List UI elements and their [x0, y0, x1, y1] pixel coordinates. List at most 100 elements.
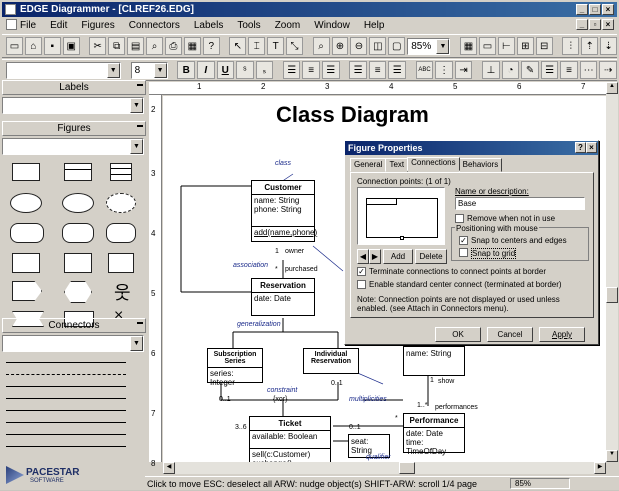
tab-connections[interactable]: Connections	[407, 157, 460, 171]
zoom-combo[interactable]: 85% ▼	[407, 37, 451, 55]
superscript-icon[interactable]: ˢ	[236, 61, 254, 79]
rounded-rect-icon[interactable]	[10, 223, 44, 243]
tab-text[interactable]: Text	[385, 158, 409, 172]
arrow-connector[interactable]	[6, 446, 126, 447]
state-shape-icon[interactable]	[62, 223, 94, 243]
help-icon[interactable]: ?	[575, 142, 586, 153]
cancel-button[interactable]: Cancel	[487, 327, 533, 342]
snap-centers-checkbox[interactable]: ✓	[459, 236, 468, 245]
fill-color-icon[interactable]: ◔	[501, 61, 520, 79]
line-color-icon[interactable]: ⊥	[482, 61, 500, 79]
add-button[interactable]: Add	[383, 249, 413, 264]
rectangle-shape-icon[interactable]	[12, 163, 40, 181]
subscription-class[interactable]: Subscription Series series: Integer	[207, 348, 263, 387]
print-icon[interactable]: ⎙	[164, 37, 182, 55]
connector-line[interactable]	[6, 362, 126, 363]
copy-icon[interactable]: ⧉	[108, 37, 126, 55]
close-button[interactable]: ×	[602, 4, 614, 15]
align-icon[interactable]: ⫶	[562, 37, 580, 55]
zoom-page-icon[interactable]: ▢	[388, 37, 406, 55]
remove-checkbox[interactable]	[455, 214, 464, 223]
individual-class[interactable]: Individual Reservation	[303, 348, 359, 374]
find-icon[interactable]: ⌕	[146, 37, 163, 55]
note-shape-icon[interactable]	[64, 253, 92, 273]
connect-icon[interactable]: ⌶	[248, 37, 266, 55]
align-left-icon[interactable]: ☰	[282, 61, 301, 79]
performance-class[interactable]: Performance date: Date time: TimeOfDay	[403, 413, 465, 456]
apply-button[interactable]: Apply	[539, 327, 585, 342]
indent-icon[interactable]: ⇥	[454, 61, 473, 79]
cut-icon[interactable]: ✂	[89, 37, 107, 55]
zoom-out-icon[interactable]: ⊖	[350, 37, 368, 55]
zoom-icon[interactable]: ⌕	[312, 37, 330, 55]
scroll-thumb[interactable]	[399, 462, 415, 474]
valign-bottom-icon[interactable]: ☰	[388, 61, 406, 79]
customer-class[interactable]: Customer name: String phone: String add(…	[251, 180, 317, 242]
doc-close-button[interactable]: ×	[602, 19, 614, 30]
save-as-icon[interactable]: ▣	[62, 37, 80, 55]
package-shape-icon[interactable]	[108, 253, 134, 273]
preview-icon[interactable]: ▦	[183, 37, 201, 55]
connection-points-preview[interactable]	[357, 187, 445, 245]
enable-center-checkbox[interactable]	[357, 280, 366, 289]
grid-icon[interactable]: ▦	[460, 37, 477, 55]
doc-minimize-button[interactable]: _	[576, 19, 588, 30]
hexagon-shape-icon[interactable]	[64, 281, 92, 303]
menu-tools[interactable]: Tools	[237, 20, 260, 31]
next-point-icon[interactable]: ▶	[369, 249, 381, 264]
pen-icon[interactable]: ✎	[521, 61, 539, 79]
subscript-icon[interactable]: ₛ	[255, 61, 274, 79]
activity-shape-icon[interactable]	[106, 223, 136, 243]
scroll-left-icon[interactable]: ◀	[163, 462, 175, 474]
scroll-right-icon[interactable]: ▶	[594, 462, 606, 474]
dashed-ellipse-icon[interactable]	[106, 193, 136, 213]
spacing-icon[interactable]: ⋮	[435, 61, 453, 79]
line-width-icon[interactable]: ≡	[560, 61, 578, 79]
arrow-style-icon[interactable]: ⇢	[599, 61, 617, 79]
document-icon[interactable]	[6, 19, 17, 30]
signal-shape-icon[interactable]	[12, 281, 42, 301]
aggregation-connector[interactable]	[6, 410, 126, 411]
line-style-icon[interactable]: ☰	[540, 61, 559, 79]
labels-combo[interactable]: ▼	[2, 97, 144, 114]
ok-button[interactable]: OK	[435, 327, 481, 342]
close-icon[interactable]: ×	[586, 142, 597, 153]
menu-edit[interactable]: Edit	[50, 20, 67, 31]
help-icon[interactable]: ?	[202, 37, 220, 55]
class-shape-icon[interactable]	[64, 163, 92, 181]
name-box[interactable]: name: String	[403, 346, 465, 376]
open-icon[interactable]: ⌂	[24, 37, 42, 55]
tree-icon[interactable]: ⊟	[535, 37, 553, 55]
chevron-down-icon[interactable]: ▼	[153, 62, 167, 78]
chevron-down-icon[interactable]: ▼	[130, 139, 143, 154]
valign-middle-icon[interactable]: ≡	[368, 61, 387, 79]
layout-icon[interactable]: ⊞	[516, 37, 534, 55]
connection-point-marker[interactable]	[400, 236, 404, 240]
underline-button[interactable]: U	[216, 61, 235, 79]
ticket-class[interactable]: Ticket available: Boolean sell(c:Custome…	[249, 416, 331, 462]
generalization-connector[interactable]	[6, 434, 126, 435]
vertical-scrollbar[interactable]: ▲ ▼	[606, 82, 618, 462]
maximize-button[interactable]: □	[589, 4, 601, 15]
zoom-in-icon[interactable]: ⊕	[331, 37, 349, 55]
zoom-fit-icon[interactable]: ◫	[369, 37, 387, 55]
class3-shape-icon[interactable]	[110, 163, 132, 181]
component-shape-icon[interactable]	[12, 253, 40, 273]
page-icon[interactable]: ▭	[478, 37, 496, 55]
scroll-up-icon[interactable]: ▲	[606, 82, 618, 94]
figures-combo[interactable]: ▼	[2, 138, 144, 155]
font-combo[interactable]: ▼	[6, 61, 121, 79]
abc-icon[interactable]: ABC	[415, 61, 434, 79]
text-icon[interactable]: T	[267, 37, 285, 55]
bold-button[interactable]: B	[177, 61, 195, 79]
label-icon[interactable]: ⤡	[286, 37, 304, 55]
align-right-icon[interactable]: ☰	[321, 61, 340, 79]
scroll-thumb[interactable]	[606, 287, 618, 303]
paste-icon[interactable]: ▤	[127, 37, 145, 55]
arrow-connector[interactable]	[6, 398, 126, 399]
terminate-checkbox[interactable]: ✓	[357, 267, 366, 276]
reservation-class[interactable]: Reservation date: Date	[251, 278, 315, 316]
doc-restore-button[interactable]: ▫	[589, 19, 601, 30]
save-icon[interactable]: ▪	[43, 37, 61, 55]
menu-labels[interactable]: Labels	[194, 20, 223, 31]
